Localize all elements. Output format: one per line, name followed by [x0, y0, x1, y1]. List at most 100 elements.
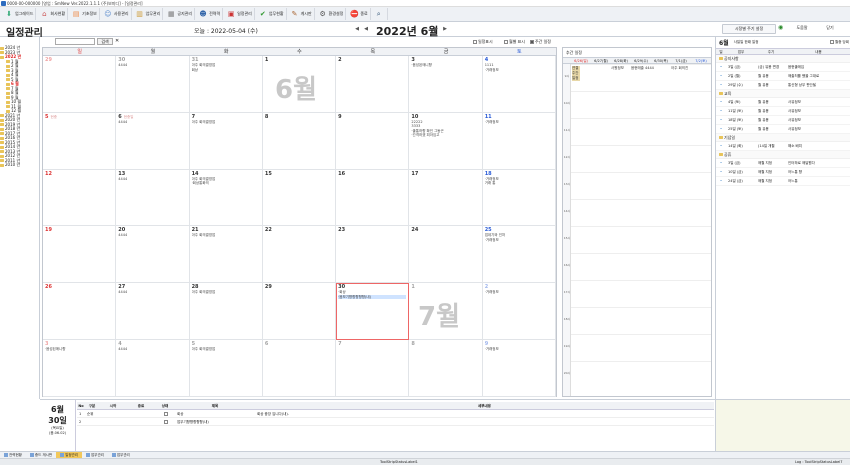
day-cell[interactable]: 24	[409, 226, 483, 284]
calendar-event[interactable]: 4444	[118, 63, 186, 68]
right-group[interactable]: 교육	[716, 90, 850, 98]
close-icon[interactable]: ✕	[115, 38, 119, 44]
day-cell[interactable]: 5 현충	[43, 112, 117, 170]
toolbar-button-8[interactable]: ✔ 업무현황	[256, 8, 287, 20]
next-month-button[interactable]: ▶	[433, 26, 439, 33]
toolbar-button-3[interactable]: ☺ 사용관리	[101, 8, 132, 20]
day-cell[interactable]: 5 아주 회의결영업	[189, 340, 263, 397]
toolbar-button-6[interactable]: ☻ 전력력	[196, 8, 224, 20]
right-row[interactable]: • 4일 (토) 월 유용 사유정보	[716, 98, 850, 107]
day-cell[interactable]: 4 1111 ·거래정보	[482, 56, 556, 113]
calendar-event[interactable]: ·거래정보	[485, 290, 553, 295]
calendar-event[interactable]: ·거래정보	[485, 347, 553, 352]
right-row[interactable]: • 24일 (금) 매월 지정 어느통	[716, 177, 850, 186]
weekly-event[interactable]: 연결 주간일정	[572, 66, 580, 81]
toolbar-button-12[interactable]: ⌕	[372, 8, 388, 20]
week-day-header[interactable]: 7/1(금)	[671, 58, 691, 63]
toolbar-button-10[interactable]: ⚙ 환경설정	[316, 8, 347, 20]
monthly-check[interactable]: 월별 표시	[504, 39, 525, 45]
day-cell[interactable]: 9 ·거래정보	[482, 340, 556, 397]
day-cell[interactable]: 8	[262, 112, 337, 170]
day-cell[interactable]: 21 아주 회의결영업	[189, 226, 263, 284]
right-check[interactable]: 월중 당회	[830, 39, 849, 45]
calendar-event[interactable]: 4444	[118, 177, 186, 182]
day-cell[interactable]: 30 ·회상 ·음보기향향향향향(내)	[336, 283, 410, 341]
day-cell[interactable]: 30 4444	[116, 56, 190, 113]
right-row[interactable]: • 14일 (화) (14일 개월 해소 배치	[716, 142, 850, 151]
check-icon[interactable]	[163, 412, 168, 416]
day-cell[interactable]: 6 현충일 4444	[116, 112, 190, 170]
period-setting-button[interactable]: 시정별 주기 설정	[722, 24, 776, 34]
right-row[interactable]: • 10일 (금) 매월 지정 어느통 향	[716, 168, 850, 177]
calendar-event[interactable]: 회상	[192, 68, 260, 73]
day-cell[interactable]: 29	[262, 283, 337, 341]
search-button[interactable]: 검색	[97, 38, 113, 45]
calendar-event[interactable]: 4444	[118, 290, 186, 295]
day-cell[interactable]: 13 4444	[116, 169, 190, 227]
right-row[interactable]: • 3일 (금) (금) 유용 변경 음현출매입	[716, 63, 850, 72]
calendar-event[interactable]: ·간격하겠 피아임고	[411, 133, 479, 138]
day-cell[interactable]: 1	[409, 283, 483, 341]
right-row[interactable]: • 18일 (토) 월 유용 사유정보	[716, 116, 850, 125]
toolbar-button-0[interactable]: ⬇ 업그레이드	[2, 8, 37, 20]
toolbar-button-11[interactable]: ⛔ 종료	[347, 8, 371, 20]
right-group[interactable]: 공휴	[716, 151, 850, 159]
day-cell[interactable]: 11 ·거래정보	[482, 112, 556, 170]
day-cell[interactable]: 7 아주 회의결영업	[189, 112, 263, 170]
day-cell[interactable]: 18 ·거래정보 거래 통	[482, 169, 556, 227]
day-cell[interactable]: 2 ·거래정보	[482, 283, 556, 341]
day-cell[interactable]: 22	[262, 226, 337, 284]
calendar-event[interactable]: 4444	[118, 233, 186, 238]
right-row[interactable]: • 11일 (토) 월 유용 사유정보	[716, 107, 850, 116]
calendar-event[interactable]: ·거래정보	[485, 120, 553, 125]
close-button[interactable]: 닫기	[818, 24, 842, 34]
day-cell[interactable]: 12	[43, 169, 117, 227]
day-cell[interactable]: 1	[262, 56, 337, 113]
toolbar-button-7[interactable]: ▣ 일정관리	[224, 8, 255, 20]
week-day-header[interactable]: 6/29(수)	[631, 58, 651, 63]
day-cell[interactable]: 19	[43, 226, 117, 284]
day-cell[interactable]: 25 업데기와 인처 ·거래정보	[482, 226, 556, 284]
day-cell[interactable]: 17	[409, 169, 483, 227]
calendar-event[interactable]: ·회상통화의	[192, 181, 260, 186]
help-button[interactable]: 도움말	[790, 24, 814, 34]
day-cell[interactable]: 9	[336, 112, 410, 170]
help-icon[interactable]: ◉	[778, 24, 786, 33]
day-cell[interactable]: 23	[336, 226, 410, 284]
calendar-event[interactable]: 거래 통	[485, 181, 553, 186]
weekly-event[interactable]: 아주 회의진	[671, 66, 688, 71]
day-cell[interactable]: 2	[336, 56, 410, 113]
next-year-button[interactable]: ▶	[442, 26, 448, 33]
day-cell[interactable]: 7	[336, 340, 410, 397]
detail-row[interactable]: 2 업무기향향향향향(내)	[77, 418, 714, 426]
right-row[interactable]: • 2일 (월) 월 유용 매출처를 했을 그대로	[716, 72, 850, 81]
day-cell[interactable]: 27 4444	[116, 283, 190, 341]
calendar-event[interactable]: ·음보기향향향향향(내)	[338, 294, 407, 300]
calendar-event[interactable]: 4444	[118, 120, 186, 125]
day-cell[interactable]: 16	[336, 169, 410, 227]
toolbar-button-4[interactable]: ▥ 업무관리	[133, 8, 164, 20]
weekly-event[interactable]: 사원정보	[611, 66, 624, 71]
calendar-event[interactable]: 아주 회의결영업	[192, 120, 260, 125]
calendar-event[interactable]: ·음성된매니향	[45, 347, 113, 352]
toolbar-button-9[interactable]: ✎ 게시판	[288, 8, 315, 20]
day-cell[interactable]: 28 아주 회의결영업	[189, 283, 263, 341]
week-day-header[interactable]: 6/27(월)	[591, 58, 611, 63]
toolbar-button-1[interactable]: ⌂ 회사현황	[37, 8, 69, 20]
toolbar-button-2[interactable]: ▤ 기초정보	[69, 8, 100, 20]
weekly-event[interactable]: 음현매출 4444	[631, 66, 654, 71]
prev-year-button[interactable]: ◀	[354, 26, 360, 33]
week-day-header[interactable]: 7/2(토)	[691, 58, 711, 63]
detail-row[interactable]: 1 순위 회상 회상 중앙 입니다(내).	[77, 410, 714, 418]
calendar-event[interactable]: 아주 회의결영업	[192, 290, 260, 295]
calendar-event[interactable]: ·음성된매니향	[411, 63, 479, 68]
week-day-header[interactable]: 6/30(목)	[651, 58, 671, 63]
week-day-header[interactable]: 6/26(일)	[571, 58, 591, 63]
schedule-check[interactable]: 일정표시	[473, 39, 493, 45]
calendar-event[interactable]: ·거래정보	[485, 68, 553, 73]
search-input[interactable]	[55, 38, 95, 45]
day-cell[interactable]: 31 아주 회의결영업 회상	[189, 56, 263, 113]
weekly-check[interactable]: 주간 일정	[530, 39, 551, 45]
right-group[interactable]: 기념일	[716, 134, 850, 142]
right-row[interactable]: • 29일 (수) 월 유용 통신형 상무 판단될	[716, 81, 850, 90]
